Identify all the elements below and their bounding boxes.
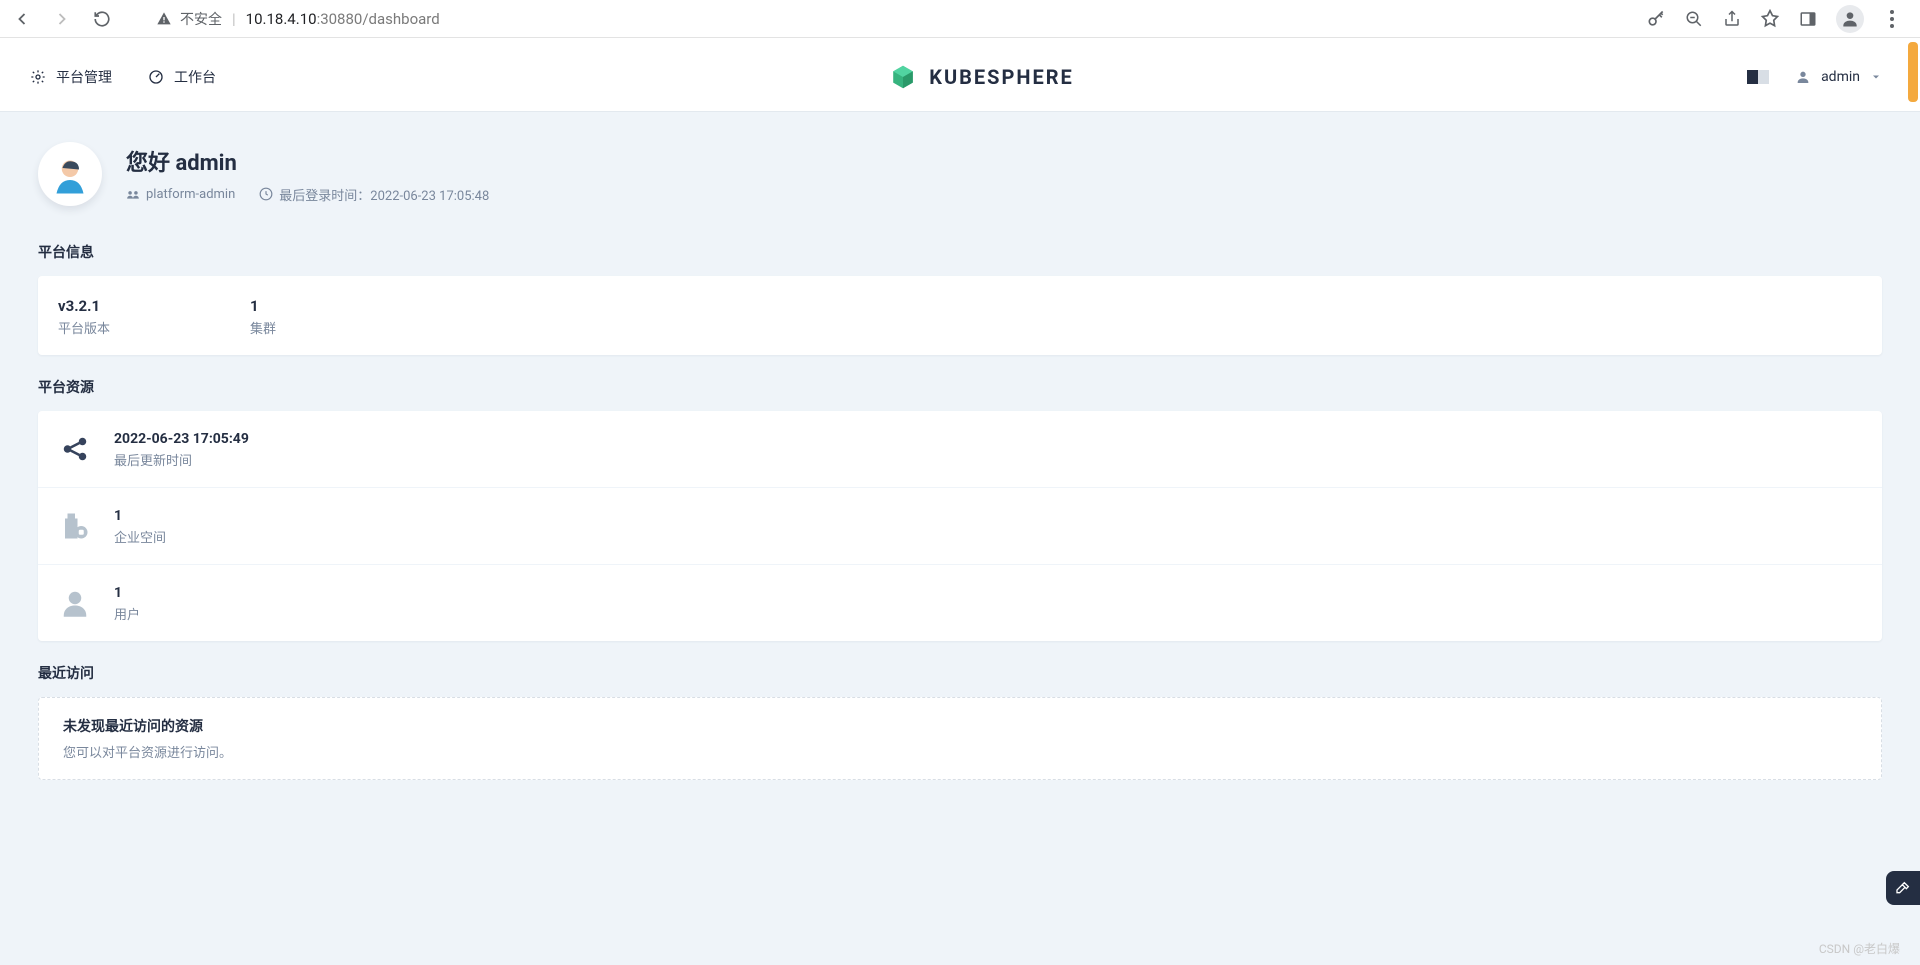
platform-info-title: 平台信息 (38, 242, 1882, 262)
res-workspace-value: 1 (114, 506, 166, 527)
recent-title: 最近访问 (38, 663, 1882, 683)
profile-meta: platform-admin 最后登录时间：2022-06-23 17:05:4… (126, 185, 489, 204)
scrollbar-thumb[interactable] (1908, 42, 1918, 102)
profile-header: 您好 admin platform-admin 最后登录时间：2022-06-2… (38, 142, 1882, 206)
key-icon[interactable] (1646, 9, 1666, 29)
platform-res-title: 平台资源 (38, 377, 1882, 397)
res-user-label: 用户 (114, 604, 140, 623)
role-badge: platform-admin (126, 187, 235, 202)
url-host: 10.18.4.10 (246, 10, 317, 28)
res-workspace-label: 企业空间 (114, 527, 166, 546)
chevron-down-icon (1870, 71, 1882, 83)
forward-button[interactable] (50, 7, 74, 31)
user-name: admin (1821, 69, 1860, 85)
last-login-time: 2022-06-23 17:05:48 (370, 189, 489, 204)
scrollbar[interactable] (1905, 42, 1920, 965)
url-text: 10.18.4.10:30880/dashboard (246, 10, 440, 28)
platform-info-card: v3.2.1 平台版本 1 集群 (38, 276, 1882, 355)
res-updated-row: 2022-06-23 17:05:49 最后更新时间 (38, 411, 1882, 488)
res-user-value: 1 (114, 583, 140, 604)
user-icon (58, 586, 92, 620)
last-login-label: 最后登录时间： (279, 189, 370, 204)
role-icon (126, 187, 140, 201)
stat-cluster: 1 集群 (250, 294, 276, 337)
share-icon[interactable] (1722, 9, 1742, 29)
watermark: CSDN @老白爆 (1819, 940, 1900, 957)
security-label: 不安全 (180, 9, 222, 29)
language-switcher[interactable] (1747, 70, 1769, 84)
recent-empty-card: 未发现最近访问的资源 您可以对平台资源进行访问。 (38, 697, 1882, 780)
app-topbar: 平台管理 工作台 KUBESPHERE admin (0, 42, 1920, 112)
platform-mgmt-label: 平台管理 (56, 67, 112, 87)
security-warning: 不安全 (156, 9, 222, 29)
profile-main: 您好 admin platform-admin 最后登录时间：2022-06-2… (126, 145, 489, 204)
help-floater[interactable] (1886, 871, 1920, 905)
last-login: 最后登录时间：2022-06-23 17:05:48 (259, 185, 489, 204)
user-menu[interactable]: admin (1795, 69, 1882, 85)
app-root: 平台管理 工作台 KUBESPHERE admin (0, 42, 1920, 965)
topbar-right: admin (1747, 69, 1882, 85)
workspace-icon (58, 509, 92, 543)
dashboard-content: 您好 admin platform-admin 最后登录时间：2022-06-2… (0, 112, 1920, 810)
browser-actions (1646, 5, 1910, 33)
platform-res-card: 2022-06-23 17:05:49 最后更新时间 1 企业空间 1 (38, 411, 1882, 641)
bookmark-star-icon[interactable] (1760, 9, 1780, 29)
url-bar[interactable]: 不安全 | 10.18.4.10:30880/dashboard (140, 4, 1620, 34)
platform-mgmt-link[interactable]: 平台管理 (30, 67, 112, 87)
topbar-left: 平台管理 工作台 (30, 67, 216, 87)
res-user-row[interactable]: 1 用户 (38, 565, 1882, 641)
workbench-label: 工作台 (174, 67, 216, 87)
res-updated-label: 最后更新时间 (114, 450, 249, 469)
greeting: 您好 admin (126, 145, 489, 177)
role-text: platform-admin (146, 187, 235, 202)
side-panel-icon[interactable] (1798, 9, 1818, 29)
back-button[interactable] (10, 7, 34, 31)
url-path: :30880/dashboard (317, 10, 440, 28)
brand-text: KUBESPHERE (929, 65, 1074, 89)
reload-button[interactable] (90, 7, 114, 31)
stat-version-label: 平台版本 (58, 318, 110, 337)
share-nodes-icon (58, 432, 92, 466)
hammer-icon (1895, 880, 1911, 896)
res-workspace-row[interactable]: 1 企业空间 (38, 488, 1882, 565)
gear-icon (30, 69, 46, 85)
menu-dots-icon[interactable] (1882, 9, 1902, 29)
user-avatar (38, 142, 102, 206)
stat-version-value: v3.2.1 (58, 294, 110, 318)
stat-version: v3.2.1 平台版本 (58, 294, 110, 337)
clock-icon (259, 187, 273, 201)
kubesphere-logo-icon (889, 63, 917, 91)
stat-cluster-label: 集群 (250, 318, 276, 337)
browser-profile-avatar[interactable] (1836, 5, 1864, 33)
url-divider: | (232, 10, 236, 28)
browser-toolbar: 不安全 | 10.18.4.10:30880/dashboard (0, 0, 1920, 38)
user-icon (1795, 69, 1811, 85)
zoom-out-icon[interactable] (1684, 9, 1704, 29)
res-updated-value: 2022-06-23 17:05:49 (114, 429, 249, 450)
stat-cluster-value: 1 (250, 294, 276, 318)
brand[interactable]: KUBESPHERE (889, 63, 1074, 91)
recent-empty-title: 未发现最近访问的资源 (63, 716, 1857, 736)
recent-empty-sub: 您可以对平台资源进行访问。 (63, 742, 1857, 761)
dashboard-icon (148, 69, 164, 85)
workbench-link[interactable]: 工作台 (148, 67, 216, 87)
